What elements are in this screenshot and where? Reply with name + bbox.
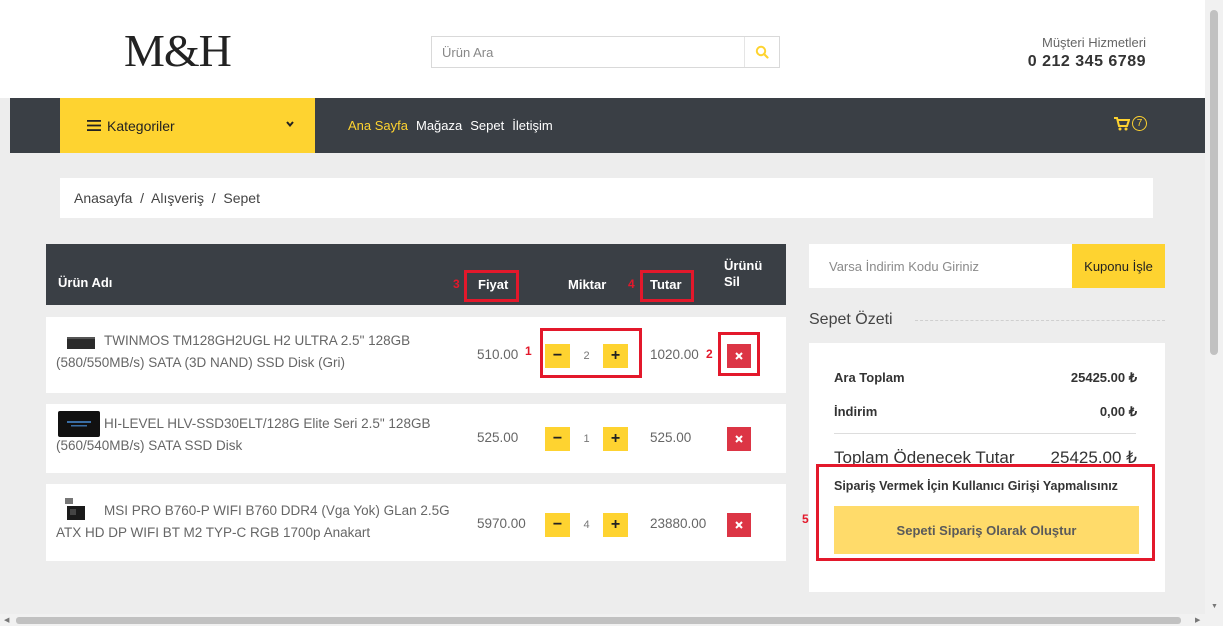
scroll-down-arrow-icon[interactable]: ▼ bbox=[1211, 603, 1218, 610]
vertical-scroll-thumb[interactable] bbox=[1210, 10, 1218, 355]
apply-coupon-button[interactable]: Kuponu İşle bbox=[1072, 244, 1165, 288]
categories-label: Kategoriler bbox=[107, 117, 175, 134]
summary-divider bbox=[915, 320, 1165, 321]
nav-link-contact[interactable]: İletişim bbox=[512, 118, 552, 133]
row-total: 525.00 bbox=[650, 430, 692, 445]
product-name[interactable]: MSI PRO B760-P WIFI B760 DDR4 (Vga Yok) … bbox=[56, 500, 456, 544]
increase-qty-button[interactable]: + bbox=[603, 513, 628, 537]
annotation-box-quantity bbox=[540, 328, 642, 378]
quantity-stepper: − 4 + bbox=[545, 513, 628, 537]
customer-service-label: Müşteri Hizmetleri bbox=[1041, 35, 1146, 50]
row-total: 23880.00 bbox=[650, 516, 707, 531]
header-cart[interactable]: 7 bbox=[1114, 116, 1147, 131]
annotation-number: 3 bbox=[453, 277, 460, 291]
customer-service-phone[interactable]: 0 212 345 6789 bbox=[1028, 53, 1146, 71]
annotation-number: 2 bbox=[706, 347, 713, 361]
scroll-right-arrow-icon[interactable]: ▶ bbox=[1195, 616, 1200, 624]
breadcrumb: Anasayfa / Alışveriş / Sepet bbox=[60, 178, 1153, 218]
table-row: HI-LEVEL HLV-SSD30ELT/128G Elite Seri 2.… bbox=[46, 404, 786, 473]
close-icon bbox=[735, 521, 743, 529]
product-price: 510.00 bbox=[477, 347, 519, 362]
subtotal-label: Ara Toplam bbox=[834, 370, 905, 385]
table-row: TWINMOS TM128GH2UGL H2 ULTRA 2.5" 128GB … bbox=[46, 317, 786, 393]
summary-title: Sepet Özeti bbox=[809, 311, 893, 328]
header-product: Ürün Adı bbox=[58, 275, 113, 290]
search-box bbox=[431, 36, 780, 68]
annotation-number: 5 bbox=[802, 512, 809, 526]
horizontal-scrollbar[interactable]: ◀ ▶ bbox=[0, 614, 1223, 626]
menu-icon bbox=[87, 120, 101, 131]
scroll-left-arrow-icon[interactable]: ◀ bbox=[4, 616, 9, 624]
search-icon bbox=[755, 45, 769, 59]
product-price: 5970.00 bbox=[477, 516, 526, 531]
header-delete: Ürünü Sil bbox=[724, 258, 763, 289]
nav-links: Ana Sayfa Mağaza Sepet İletişim bbox=[348, 118, 553, 133]
close-icon bbox=[735, 435, 743, 443]
product-price: 525.00 bbox=[477, 430, 519, 445]
decrease-qty-button[interactable]: − bbox=[545, 513, 570, 537]
coupon-input[interactable] bbox=[809, 244, 1072, 288]
annotation-box-delete bbox=[718, 332, 760, 376]
quantity-value[interactable]: 1 bbox=[570, 433, 603, 445]
search-input[interactable] bbox=[432, 37, 744, 67]
horizontal-scroll-thumb[interactable] bbox=[16, 617, 1181, 624]
annotation-number: 4 bbox=[628, 277, 635, 291]
quantity-stepper: − 1 + bbox=[545, 427, 628, 451]
row-total: 1020.00 bbox=[650, 347, 699, 362]
nav-link-cart[interactable]: Sepet bbox=[470, 118, 504, 133]
vertical-scrollbar[interactable]: ▼ bbox=[1205, 0, 1223, 614]
site-logo[interactable]: M&H bbox=[124, 24, 232, 77]
delete-item-button[interactable] bbox=[727, 427, 751, 451]
annotation-box-checkout bbox=[816, 464, 1155, 561]
table-row: MSI PRO B760-P WIFI B760 DDR4 (Vga Yok) … bbox=[46, 484, 786, 561]
annotation-box-total bbox=[640, 270, 694, 302]
search-button[interactable] bbox=[744, 37, 779, 67]
decrease-qty-button[interactable]: − bbox=[545, 427, 570, 451]
chevron-down-icon bbox=[286, 121, 294, 128]
coupon-box bbox=[809, 244, 1072, 288]
annotation-number: 1 bbox=[525, 344, 532, 358]
categories-button[interactable]: Kategoriler bbox=[60, 98, 315, 153]
product-name[interactable]: HI-LEVEL HLV-SSD30ELT/128G Elite Seri 2.… bbox=[56, 413, 456, 457]
discount-value: 0,00 ₺ bbox=[1099, 404, 1137, 419]
quantity-value[interactable]: 4 bbox=[570, 519, 603, 531]
increase-qty-button[interactable]: + bbox=[603, 427, 628, 451]
nav-link-store[interactable]: Mağaza bbox=[416, 118, 462, 133]
discount-label: İndirim bbox=[834, 404, 878, 419]
annotation-box-price bbox=[464, 270, 519, 302]
header-quantity: Miktar bbox=[568, 277, 607, 292]
nav-link-home[interactable]: Ana Sayfa bbox=[348, 118, 408, 133]
summary-divider bbox=[834, 433, 1136, 434]
product-name[interactable]: TWINMOS TM128GH2UGL H2 ULTRA 2.5" 128GB … bbox=[56, 330, 456, 374]
cart-count-badge: 7 bbox=[1132, 116, 1147, 131]
cart-icon bbox=[1114, 116, 1130, 130]
subtotal-value: 25425.00 ₺ bbox=[1070, 370, 1137, 385]
delete-item-button[interactable] bbox=[727, 513, 751, 537]
